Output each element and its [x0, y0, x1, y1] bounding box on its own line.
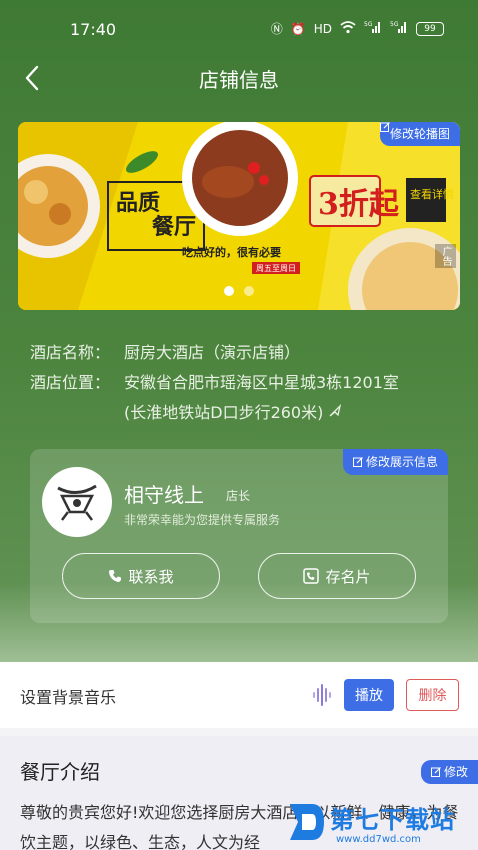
location-arrow-icon	[329, 403, 342, 417]
manager-name: 相守线上	[124, 483, 204, 507]
store-address-row: 酒店位置： 安徽省合肥市瑶海区中星城3栋1201室	[30, 368, 450, 398]
ad-label: 广告	[435, 244, 456, 268]
alarm-icon: ⏰	[290, 22, 306, 36]
carousel-dot[interactable]	[244, 286, 254, 296]
banner-subtag: 周五至周日	[256, 264, 296, 273]
delete-button[interactable]: 删除	[406, 679, 459, 711]
status-bar: 17:40 Ⓝ ⏰ HD 5G 5G 99	[0, 0, 478, 58]
save-card-button[interactable]: 存名片	[258, 553, 416, 599]
store-address-hint[interactable]: (长淮地铁站D口步行260米)	[30, 398, 450, 428]
background-music-label: 设置背景音乐	[20, 688, 117, 707]
network-label-2: 5G	[390, 21, 399, 28]
site-watermark: 第七下载站 www.dd7wd.com	[286, 800, 478, 850]
edit-icon	[430, 767, 441, 777]
store-info: 酒店名称： 厨房大酒店（演示店铺） 酒店位置： 安徽省合肥市瑶海区中星城3栋12…	[30, 338, 450, 428]
edit-icon	[379, 122, 390, 132]
audio-wave-icon	[313, 684, 331, 706]
store-address-hint-text: (长淮地铁站D口步行260米)	[124, 403, 324, 422]
signal-icon-2: 5G	[390, 20, 408, 38]
carousel-dot[interactable]	[224, 286, 234, 296]
avatar	[42, 467, 112, 537]
edit-intro-button[interactable]: 修改	[420, 760, 478, 784]
nfc-icon: Ⓝ	[270, 22, 283, 36]
banner-carousel[interactable]: 品质 餐厅 3折起 查看详情 吃点好的，很有必要 周五至周日 修改轮播图 广告	[18, 122, 460, 310]
banner-tagline: 吃点好的，很有必要	[182, 245, 281, 259]
store-name-value: 厨房大酒店（演示店铺）	[124, 343, 301, 362]
manager-card: 修改展示信息 相守线上 店长 非常荣幸能为您提供专属服务 联系我 存名片	[30, 449, 448, 623]
logo-icon	[57, 484, 97, 521]
store-address-key: 酒店位置：	[30, 373, 111, 392]
signal-icon-1: 5G	[364, 20, 382, 38]
store-name-key: 酒店名称：	[30, 343, 111, 362]
edit-display-info-button[interactable]: 修改展示信息	[342, 449, 448, 475]
status-icons: Ⓝ ⏰ HD 5G 5G 99	[271, 20, 444, 38]
watermark-title: 第七下载站	[330, 806, 455, 834]
watermark-logo-icon	[290, 804, 324, 840]
play-button[interactable]: 播放	[344, 679, 394, 711]
status-time: 17:40	[70, 20, 117, 39]
banner-detail: 查看详情	[410, 187, 454, 201]
hd-icon: HD	[313, 22, 332, 36]
nav-bar: 店铺信息	[0, 58, 478, 98]
battery-icon: 99	[416, 22, 444, 36]
banner-slogan-2: 餐厅	[152, 214, 196, 240]
store-address-value: 安徽省合肥市瑶海区中星城3栋1201室	[124, 373, 399, 392]
save-card-label: 存名片	[325, 567, 371, 586]
watermark-url: www.dd7wd.com	[336, 834, 421, 845]
contact-button[interactable]: 联系我	[62, 553, 220, 599]
banner-discount: 3折起	[318, 187, 400, 222]
edit-banner-button[interactable]: 修改轮播图	[379, 122, 460, 146]
wifi-icon	[340, 20, 356, 38]
background-music-row: 设置背景音乐 播放 删除	[0, 662, 478, 728]
edit-banner-label: 修改轮播图	[389, 127, 450, 141]
edit-intro-label: 修改	[443, 765, 468, 779]
contact-card-icon	[303, 568, 320, 584]
phone-icon	[109, 570, 122, 582]
contact-label: 联系我	[128, 567, 174, 586]
manager-role: 店长	[226, 489, 251, 503]
page-title: 店铺信息	[199, 68, 279, 92]
edit-icon	[352, 457, 363, 467]
edit-display-info-label: 修改展示信息	[365, 455, 438, 469]
banner-slogan-1: 品质	[116, 190, 160, 216]
restaurant-intro-title: 餐厅介绍	[20, 760, 100, 784]
manager-description: 非常荣幸能为您提供专属服务	[124, 513, 281, 527]
network-label-1: 5G	[364, 21, 373, 28]
carousel-dots	[18, 286, 460, 296]
store-name-row: 酒店名称： 厨房大酒店（演示店铺）	[30, 338, 450, 368]
banner-image: 品质 餐厅 3折起 查看详情 吃点好的，很有必要 周五至周日	[18, 122, 460, 310]
